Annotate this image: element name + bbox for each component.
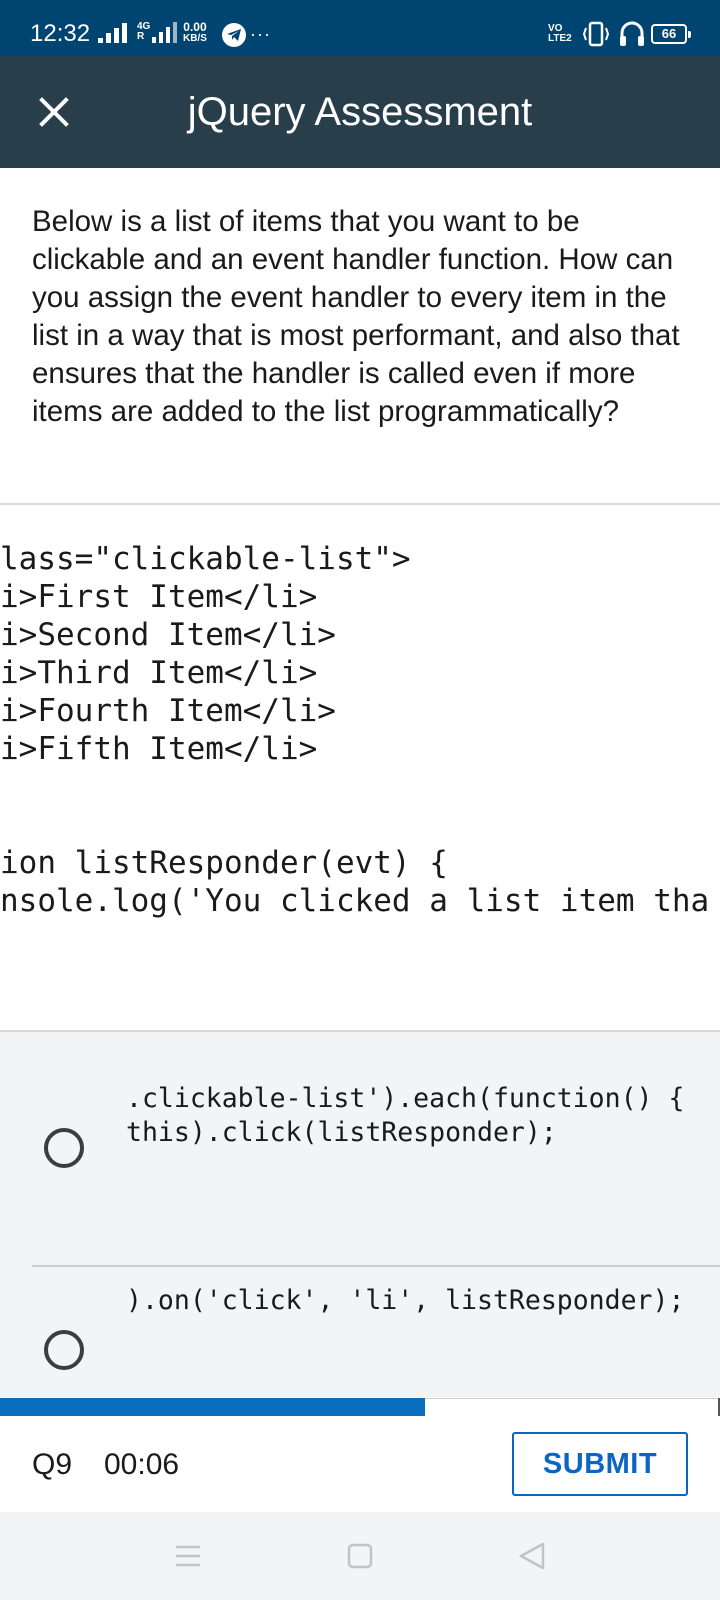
timer: 00:06 — [104, 1448, 180, 1481]
submit-button[interactable]: SUBMIT — [512, 1432, 688, 1496]
menu-icon — [176, 1545, 200, 1567]
system-nav-bar — [0, 1512, 720, 1600]
home-icon — [347, 1543, 373, 1569]
volte-indicator: VO LTE2 — [548, 24, 572, 44]
footer: Q9 00:06 SUBMIT — [0, 1416, 720, 1512]
battery-level: 66 — [661, 26, 677, 41]
code-line: nsole.log('You clicked a list item tha — [0, 883, 710, 919]
option-code-line: ).on('click', 'li', listResponder); — [126, 1285, 685, 1316]
signal-2-icon — [152, 22, 177, 43]
radio-button[interactable] — [44, 1128, 84, 1168]
home-button[interactable] — [300, 1512, 420, 1600]
back-icon — [519, 1542, 545, 1570]
code-line: ion listResponder(evt) { — [0, 845, 448, 881]
option-code-line: this).click(listResponder); — [126, 1117, 557, 1148]
network-type-label: 4G R — [137, 22, 150, 42]
code-line: i>Third Item</li> — [0, 655, 318, 691]
status-bar: 12:32 4G R 0.00 KB/S ··· VO LTE2 66 — [0, 0, 720, 56]
battery-icon: 66 — [651, 24, 691, 44]
roaming-indicator: R — [137, 31, 145, 42]
vibrate-icon — [582, 21, 610, 47]
signal-icon — [98, 23, 127, 43]
option-code-line: .clickable-list').each(function() { — [126, 1083, 685, 1114]
code-line: lass="clickable-list"> — [0, 541, 411, 577]
menu-button[interactable] — [128, 1512, 248, 1600]
data-speed: 0.00 KB/S — [183, 20, 207, 44]
app-header: jQuery Assessment — [0, 56, 720, 168]
progress-bar — [0, 1398, 425, 1416]
data-speed-unit: KB/S — [183, 33, 207, 44]
status-time: 12:32 — [30, 20, 91, 47]
option-divider — [32, 1265, 720, 1267]
more-notifications-icon: ··· — [250, 24, 271, 44]
data-speed-value: 0.00 — [183, 20, 207, 34]
telegram-icon — [222, 23, 246, 47]
question-text: Below is a list of items that you want t… — [32, 205, 680, 428]
answer-options: .clickable-list').each(function() { this… — [0, 1032, 720, 1397]
question-number: Q9 — [32, 1448, 73, 1481]
code-line: i>Fifth Item</li> — [0, 731, 318, 767]
page-title: jQuery Assessment — [187, 90, 533, 134]
code-line: i>Fourth Item</li> — [0, 693, 336, 729]
back-button[interactable] — [472, 1512, 592, 1600]
volte-bottom: LTE2 — [548, 33, 572, 44]
code-block[interactable]: lass="clickable-list"> i>First Item</li>… — [0, 540, 720, 940]
headset-icon — [620, 21, 644, 46]
code-line: i>First Item</li> — [0, 579, 318, 615]
code-line: i>Second Item</li> — [0, 617, 336, 653]
divider — [0, 503, 720, 505]
radio-button[interactable] — [44, 1330, 84, 1370]
